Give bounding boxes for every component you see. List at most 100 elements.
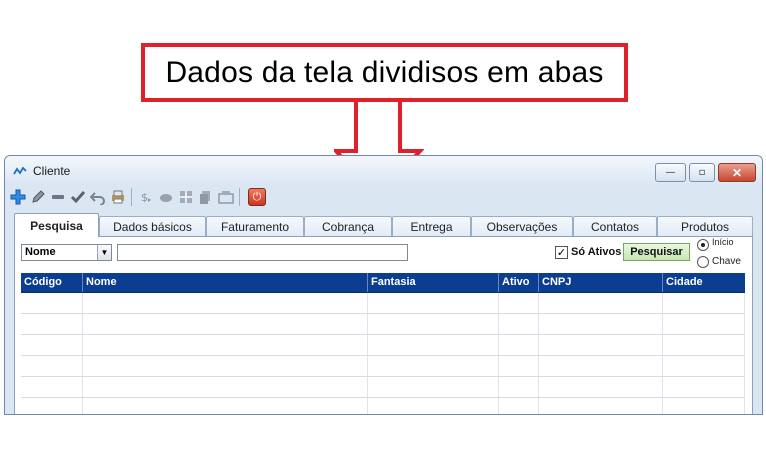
table-row[interactable] xyxy=(21,356,745,377)
table-cell xyxy=(368,293,499,313)
table-cell xyxy=(663,356,745,376)
tab-contatos[interactable]: Contatos xyxy=(573,216,657,236)
toolbar-separator xyxy=(239,188,240,206)
table-cell xyxy=(83,314,368,334)
table-cell xyxy=(539,356,663,376)
tab-dados-basicos[interactable]: Dados básicos xyxy=(99,216,206,236)
only-active-label: Só Ativos xyxy=(571,246,622,258)
table-cell xyxy=(499,293,539,313)
toolbar-separator xyxy=(131,188,132,206)
radio-inicio[interactable] xyxy=(697,239,709,251)
undo-icon[interactable] xyxy=(89,188,106,206)
table-cell xyxy=(539,377,663,397)
search-field-value: Nome xyxy=(25,246,56,258)
maximize-button[interactable]: ▫ xyxy=(689,163,715,182)
toolbar: $ ⏻ xyxy=(9,186,266,208)
close-icon: ✕ xyxy=(731,165,743,180)
tab-content-pesquisa: Nome ▼ ✓ Só Ativos Pesquisar Início Chav… xyxy=(14,237,753,414)
app-chart-icon xyxy=(13,166,27,175)
tab-produtos[interactable]: Produtos xyxy=(657,216,753,236)
annotation-callout: Dados da tela dividisos em abas xyxy=(141,43,628,102)
table-cell xyxy=(499,377,539,397)
power-icon[interactable]: ⏻ xyxy=(248,188,266,206)
grid-header: Código Nome Fantasia Ativo CNPJ Cidade xyxy=(21,273,745,293)
table-cell xyxy=(21,314,83,334)
table-row[interactable] xyxy=(21,293,745,314)
table-cell xyxy=(539,398,663,414)
tab-entrega[interactable]: Entrega xyxy=(392,216,471,236)
table-cell xyxy=(83,356,368,376)
table-cell xyxy=(663,398,745,414)
table-cell xyxy=(539,293,663,313)
table-cell xyxy=(368,335,499,355)
tab-pesquisa[interactable]: Pesquisa xyxy=(14,213,99,237)
table-cell xyxy=(499,356,539,376)
search-input[interactable] xyxy=(117,244,408,261)
remove-icon[interactable] xyxy=(49,188,66,206)
table-cell xyxy=(368,377,499,397)
copy-icon[interactable] xyxy=(197,188,214,206)
table-cell xyxy=(83,377,368,397)
print-icon[interactable] xyxy=(109,188,126,206)
table-cell xyxy=(663,314,745,334)
minimize-button[interactable]: — xyxy=(655,163,686,182)
grid-icon[interactable] xyxy=(177,188,194,206)
maximize-icon: ▫ xyxy=(698,167,706,178)
column-header-codigo[interactable]: Código xyxy=(21,273,83,292)
column-header-cidade[interactable]: Cidade xyxy=(663,273,745,292)
table-cell xyxy=(499,314,539,334)
table-cell xyxy=(663,377,745,397)
table-cell xyxy=(368,398,499,414)
table-row[interactable] xyxy=(21,335,745,356)
tab-cobranca[interactable]: Cobrança xyxy=(304,216,392,236)
results-grid: Código Nome Fantasia Ativo CNPJ Cidade xyxy=(21,273,745,414)
table-cell xyxy=(499,398,539,414)
table-cell xyxy=(499,335,539,355)
hand-icon[interactable] xyxy=(157,188,174,206)
search-field-select[interactable]: Nome ▼ xyxy=(21,244,112,261)
table-cell xyxy=(663,335,745,355)
title-bar: Cliente — ▫ ✕ xyxy=(5,156,762,184)
minimize-icon: — xyxy=(665,167,676,178)
table-cell xyxy=(83,335,368,355)
table-cell xyxy=(21,398,83,414)
table-cell xyxy=(83,398,368,414)
table-cell xyxy=(663,293,745,313)
table-cell xyxy=(21,356,83,376)
column-header-nome[interactable]: Nome xyxy=(83,273,368,292)
svg-text:$: $ xyxy=(141,191,148,204)
table-row[interactable] xyxy=(21,398,745,414)
table-cell xyxy=(21,335,83,355)
table-cell xyxy=(539,335,663,355)
chevron-down-icon[interactable]: ▼ xyxy=(97,245,111,260)
radio-chave[interactable] xyxy=(697,256,709,268)
table-cell xyxy=(539,314,663,334)
confirm-icon[interactable] xyxy=(69,188,86,206)
tab-observacoes[interactable]: Observações xyxy=(471,216,573,236)
tab-strip: Pesquisa Dados básicos Faturamento Cobra… xyxy=(14,213,753,237)
table-cell xyxy=(368,356,499,376)
annotation-text: Dados da tela dividisos em abas xyxy=(165,55,604,89)
search-button[interactable]: Pesquisar xyxy=(623,243,690,261)
close-button[interactable]: ✕ xyxy=(718,163,756,182)
radio-chave-label: Chave xyxy=(712,256,741,267)
add-icon[interactable] xyxy=(9,188,26,206)
table-cell xyxy=(83,293,368,313)
table-cell xyxy=(368,314,499,334)
column-header-cnpj[interactable]: CNPJ xyxy=(539,273,663,292)
table-row[interactable] xyxy=(21,314,745,335)
duplicate-icon[interactable] xyxy=(217,188,234,206)
table-cell xyxy=(21,377,83,397)
money-icon[interactable]: $ xyxy=(137,188,154,206)
client-window: Cliente — ▫ ✕ $ ⏻ Pesquisa Dados básicos… xyxy=(4,155,763,415)
column-header-ativo[interactable]: Ativo xyxy=(499,273,539,292)
grid-body xyxy=(21,293,745,414)
table-row[interactable] xyxy=(21,377,745,398)
window-title: Cliente xyxy=(33,164,71,178)
column-header-fantasia[interactable]: Fantasia xyxy=(368,273,499,292)
table-cell xyxy=(21,293,83,313)
tab-faturamento[interactable]: Faturamento xyxy=(206,216,304,236)
radio-inicio-label: Início xyxy=(712,237,734,247)
only-active-checkbox[interactable]: ✓ xyxy=(555,246,568,259)
edit-icon[interactable] xyxy=(29,188,46,206)
